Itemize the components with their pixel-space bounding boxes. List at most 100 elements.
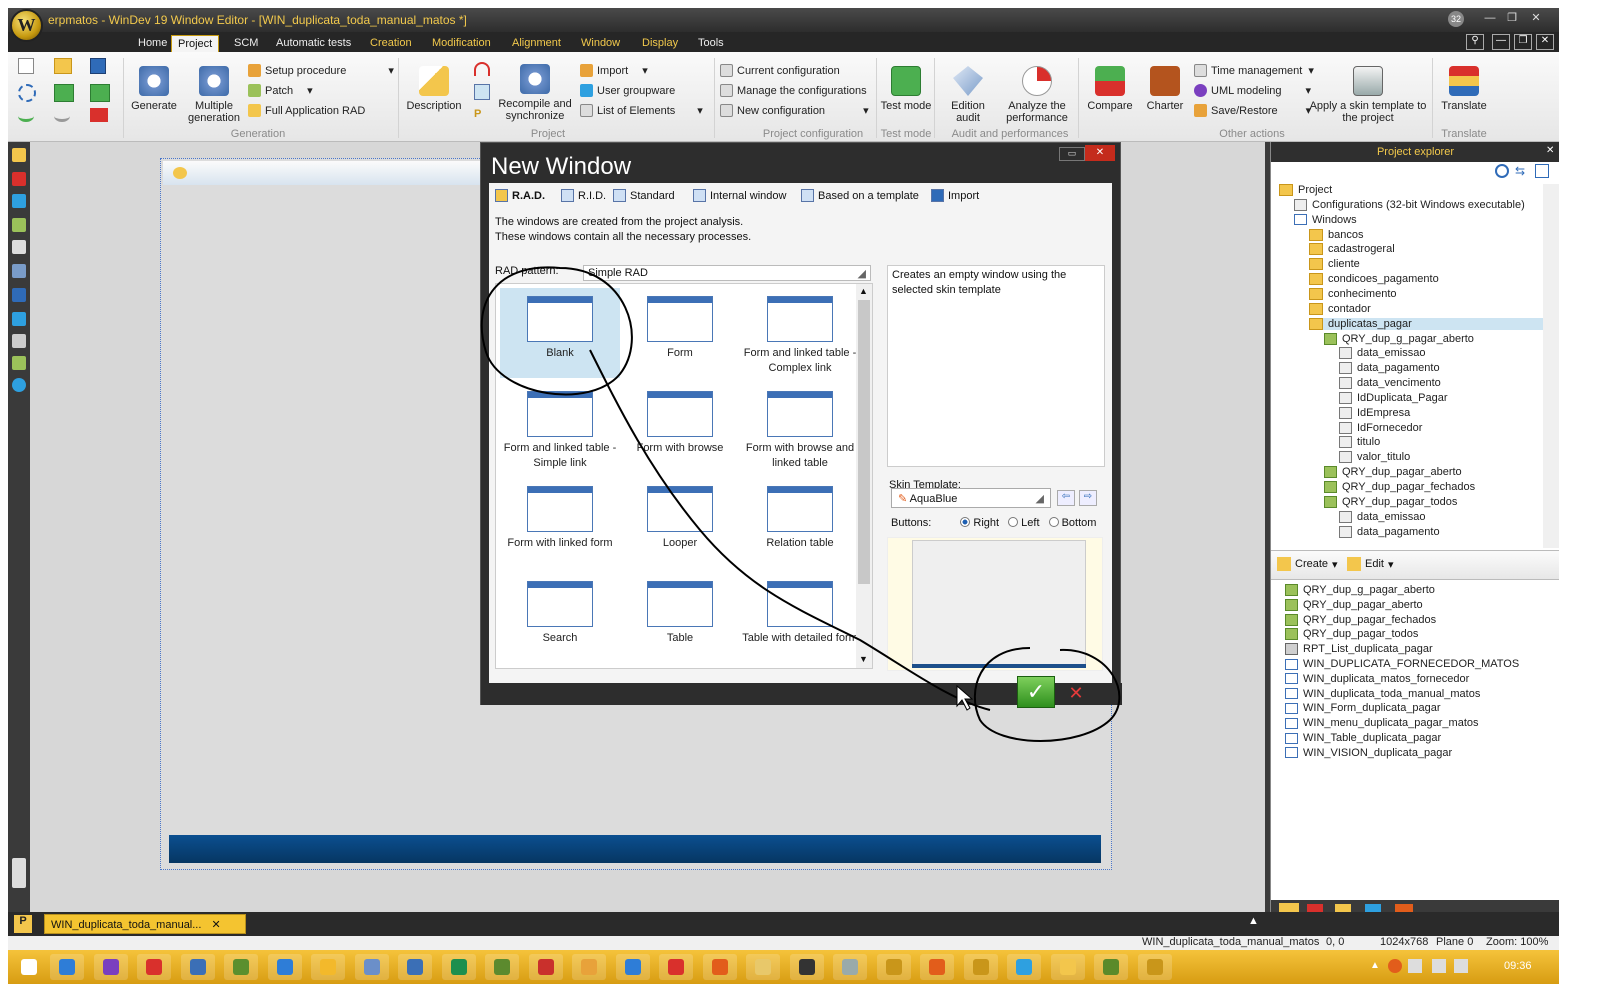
charter-button[interactable]: Charter xyxy=(1142,66,1188,112)
tab-creation[interactable]: Creation xyxy=(364,35,418,52)
tab-window[interactable]: Window xyxy=(575,35,626,52)
window-icon[interactable] xyxy=(12,194,26,208)
taskbar-app-button[interactable] xyxy=(920,954,954,980)
taskbar-app-button[interactable] xyxy=(311,954,345,980)
template-form-with-browse-and-linked-table[interactable]: Form with browse and linked table xyxy=(740,383,860,473)
tree-item[interactable]: condicoes_pagamento xyxy=(1309,273,1439,286)
taskbar-app-button[interactable] xyxy=(528,954,563,980)
taskbar-app-button[interactable] xyxy=(1007,954,1041,980)
new-configuration-button[interactable]: New configuration ▾ xyxy=(720,104,869,117)
template-form[interactable]: Form xyxy=(620,288,740,378)
close-icon[interactable]: ✕ xyxy=(1546,145,1554,156)
chevron-up-icon[interactable]: ▲ xyxy=(859,286,868,296)
tree-item[interactable]: QRY_dup_pagar_fechados xyxy=(1324,481,1475,493)
restore-button[interactable]: ❐ xyxy=(1504,11,1520,25)
radio-bottom[interactable]: Bottom xyxy=(1043,517,1096,529)
tab-alignment[interactable]: Alignment xyxy=(506,35,567,52)
current-configuration-button[interactable]: Current configuration xyxy=(720,64,840,77)
list-item[interactable]: QRY_dup_g_pagar_aberto xyxy=(1285,584,1435,596)
globe-icon[interactable] xyxy=(12,378,26,392)
template-form-with-linked-form[interactable]: Form with linked form xyxy=(500,478,620,568)
list-item[interactable]: WIN_Table_duplicata_pagar xyxy=(1285,732,1441,744)
tree-item[interactable]: data_vencimento xyxy=(1339,377,1441,390)
import-button[interactable]: Import ▾ xyxy=(580,64,648,77)
tree-scrollbar[interactable] xyxy=(1543,184,1559,548)
taskbar-app-button[interactable] xyxy=(224,954,258,980)
tab-tools[interactable]: Tools xyxy=(692,35,730,52)
tree-item[interactable]: Configurations (32-bit Windows executabl… xyxy=(1294,198,1525,211)
taskbar-app-button[interactable] xyxy=(93,954,128,980)
taskbar-app-button[interactable] xyxy=(746,954,780,980)
report-icon[interactable] xyxy=(12,240,26,254)
create-button[interactable]: Create ▾ xyxy=(1277,557,1338,571)
taskbar-app-button[interactable] xyxy=(354,954,389,980)
tab-automatic-tests[interactable]: Automatic tests xyxy=(270,35,357,52)
redo-icon[interactable] xyxy=(54,110,70,122)
apply-skin-template-button[interactable]: Apply a skin template to the project xyxy=(1308,66,1428,124)
template-relation-table[interactable]: Relation table xyxy=(740,478,860,568)
taskbar-app-button[interactable] xyxy=(659,954,693,980)
tree-item[interactable]: QRY_dup_g_pagar_aberto xyxy=(1324,332,1474,345)
taskbar-app-button[interactable] xyxy=(1094,954,1128,980)
gauge-icon[interactable] xyxy=(474,62,490,76)
template-form-with-browse[interactable]: Form with browse xyxy=(620,383,740,473)
component-icon[interactable] xyxy=(12,288,26,302)
doc-minimize-button[interactable]: — xyxy=(1492,34,1510,50)
list-item[interactable]: QRY_dup_pagar_aberto xyxy=(1285,598,1423,611)
tree-item[interactable]: cliente xyxy=(1309,258,1360,271)
dialog-tab-internal-window[interactable]: Internal window xyxy=(693,189,786,202)
radio-right[interactable]: Right xyxy=(954,517,999,529)
dialog-tab-r-a-d-[interactable]: R.A.D. xyxy=(495,189,545,202)
diagram-icon[interactable] xyxy=(474,84,490,100)
edition-audit-button[interactable]: Edition audit xyxy=(940,66,996,124)
chevron-down-icon[interactable]: ▼ xyxy=(859,654,868,664)
dialog-tab-based-on-a-template[interactable]: Based on a template xyxy=(801,189,919,202)
taskbar-app-button[interactable] xyxy=(572,954,606,980)
doc-restore-button[interactable]: ❐ xyxy=(1514,34,1532,50)
generate-button[interactable]: Generate xyxy=(128,66,180,112)
volume-icon[interactable] xyxy=(1454,959,1468,973)
tab-modification[interactable]: Modification xyxy=(426,35,497,52)
translate-button[interactable]: Translate xyxy=(1436,66,1492,112)
windev-logo[interactable]: W xyxy=(10,9,43,42)
tab-home[interactable]: Home xyxy=(132,35,173,52)
refresh-icon[interactable] xyxy=(18,84,36,102)
edit-button[interactable]: Edit ▾ xyxy=(1347,557,1394,571)
query-icon[interactable] xyxy=(12,218,26,232)
document-tab[interactable]: WIN_duplicata_toda_manual... ✕ xyxy=(44,914,246,934)
p-icon[interactable]: P xyxy=(474,108,490,122)
list-item[interactable]: RPT_List_duplicata_pagar xyxy=(1285,643,1433,656)
list-item[interactable]: WIN_menu_duplicata_pagar_matos xyxy=(1285,717,1479,729)
search-icon[interactable] xyxy=(1495,164,1509,178)
uml-modeling-button[interactable]: UML modeling ▾ xyxy=(1194,84,1311,97)
description-button[interactable]: Description xyxy=(403,66,465,112)
tree-item[interactable]: QRY_dup_pagar_aberto xyxy=(1324,466,1462,479)
user-groupware-button[interactable]: User groupware xyxy=(580,84,675,97)
open-folder-icon[interactable] xyxy=(54,58,72,74)
search-icon[interactable]: ⚲ xyxy=(1466,34,1484,50)
sync-icon[interactable]: ⇆ xyxy=(1515,164,1529,178)
template-search[interactable]: Search xyxy=(500,573,620,663)
taskbar-app-button[interactable] xyxy=(789,954,824,980)
cancel-button[interactable]: ✕ xyxy=(1063,681,1089,705)
save-restore-button[interactable]: Save/Restore ▾ xyxy=(1194,104,1311,117)
taskbar-app-button[interactable] xyxy=(398,954,432,980)
tab-scm[interactable]: SCM xyxy=(228,35,264,52)
close-icon[interactable]: ✕ xyxy=(211,919,220,931)
tree-item[interactable]: duplicatas_pagar xyxy=(1309,317,1543,330)
tree-item[interactable]: data_emissao xyxy=(1339,347,1426,360)
compare-button[interactable]: Compare xyxy=(1082,66,1138,112)
tree-item[interactable]: QRY_dup_pagar_todos xyxy=(1324,495,1457,508)
skin-template-select[interactable]: ✎ AquaBlue ◢ xyxy=(891,488,1051,508)
scroll-thumb[interactable] xyxy=(858,300,870,584)
tree-item[interactable]: data_emissao xyxy=(1339,510,1426,523)
tree-item[interactable]: Windows xyxy=(1294,214,1357,226)
taskbar-app-button[interactable] xyxy=(876,954,911,980)
taskbar-app-button[interactable] xyxy=(615,954,650,980)
tree-item[interactable]: conhecimento xyxy=(1309,287,1397,300)
new-file-icon[interactable] xyxy=(18,58,34,74)
time-management-button[interactable]: Time management ▾ xyxy=(1194,64,1314,77)
taskbar-app-button[interactable] xyxy=(50,954,84,980)
dialog-tab-standard[interactable]: Standard xyxy=(613,189,675,202)
taskbar-app-button[interactable] xyxy=(441,954,476,980)
